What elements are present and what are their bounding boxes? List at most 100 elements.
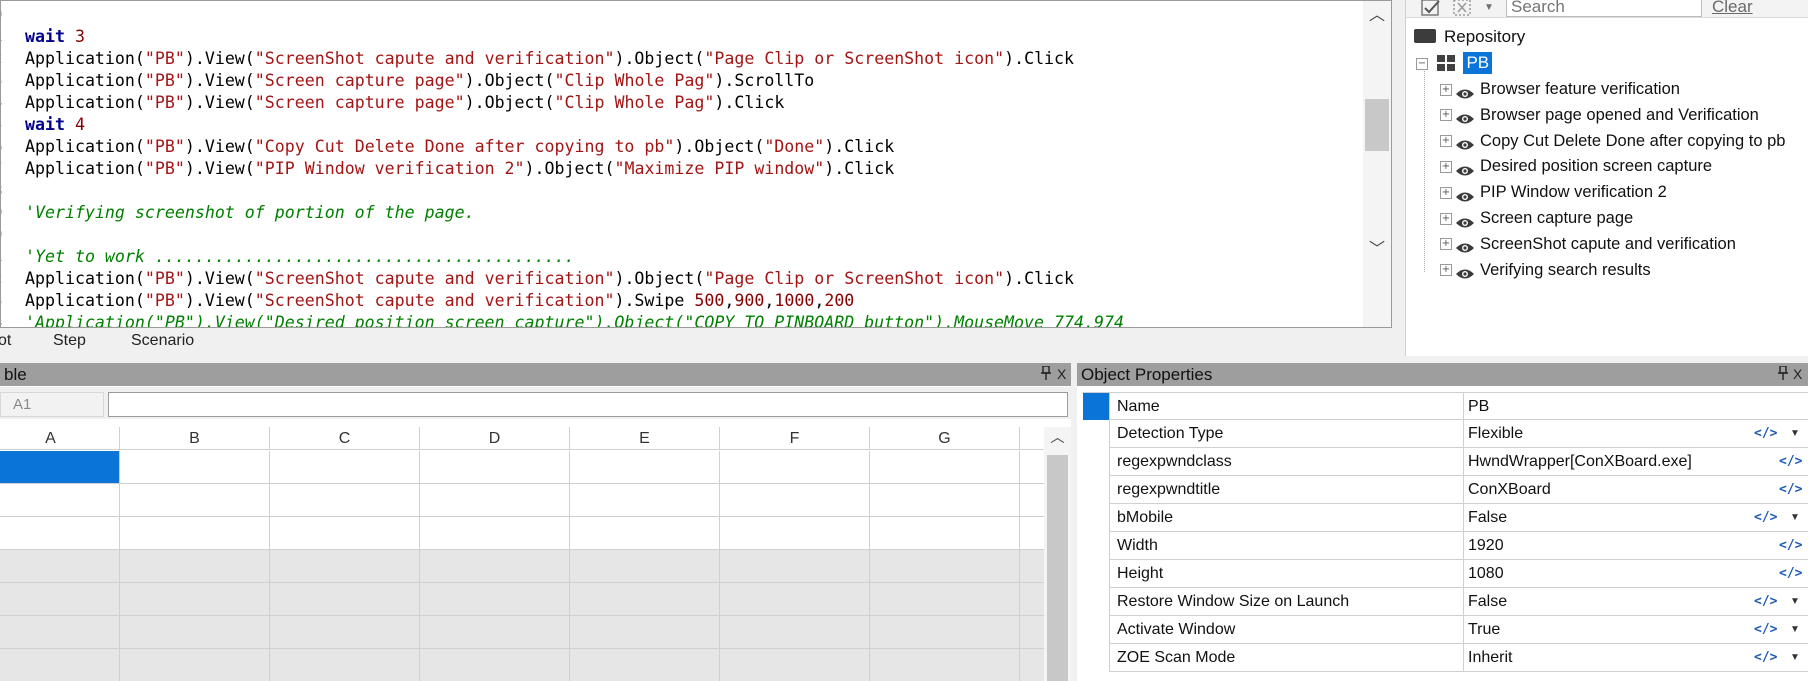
grid-cell[interactable] [570, 583, 720, 616]
row-selector[interactable] [1083, 616, 1110, 644]
tab-step[interactable]: Step [53, 332, 86, 350]
grid-cell[interactable] [870, 550, 1020, 583]
repository-search-input[interactable] [1506, 0, 1702, 17]
code-icon[interactable]: </> [1754, 509, 1777, 527]
grid-cell[interactable] [570, 451, 720, 484]
grid-cell[interactable] [420, 550, 570, 583]
data-grid-vertical-scrollbar[interactable]: ︿ [1044, 427, 1071, 681]
property-value-cell[interactable]: False </> ▼ [1463, 588, 1808, 616]
code-icon[interactable]: </> [1779, 565, 1802, 583]
grid-cell[interactable] [1020, 616, 1044, 649]
grid-cell[interactable] [0, 517, 120, 550]
code-icon[interactable]: </> [1779, 537, 1802, 555]
grid-cell[interactable] [1020, 583, 1044, 616]
grid-cell[interactable] [720, 550, 870, 583]
editor-scroll-thumb[interactable] [1365, 99, 1389, 151]
code-icon[interactable]: </> [1779, 453, 1802, 471]
pin-icon[interactable] [1040, 365, 1052, 383]
property-value[interactable]: ConXBoard [1468, 476, 1551, 504]
property-value[interactable]: HwndWrapper[ConXBoard.exe] [1468, 448, 1692, 476]
grid-cell[interactable] [720, 451, 870, 484]
grid-cell[interactable] [420, 517, 570, 550]
toolbar-dropdown-icon[interactable]: ▼ [1482, 0, 1496, 17]
column-header[interactable]: G [870, 427, 1020, 450]
dropdown-arrow-icon[interactable]: ▼ [1788, 508, 1802, 528]
code-line[interactable]: 8 [1, 180, 1391, 202]
grid-cell[interactable] [1020, 550, 1044, 583]
close-icon[interactable]: X [1793, 366, 1802, 382]
grid-cell[interactable] [270, 616, 420, 649]
grid-cell[interactable] [570, 517, 720, 550]
column-header[interactable]: D [420, 427, 570, 450]
code-line[interactable]: 7 Application("PB").View("PIP Window veri… [1, 158, 1391, 180]
grid-cell[interactable] [120, 517, 270, 550]
dropdown-arrow-icon[interactable]: ▼ [1788, 424, 1802, 444]
grid-cell[interactable] [720, 616, 870, 649]
column-header[interactable]: C [270, 427, 420, 450]
repository-view-item[interactable]: + ScreenShot capute and verification [1440, 232, 1785, 258]
grid-cell[interactable] [270, 583, 420, 616]
grid-cell[interactable] [720, 484, 870, 517]
grid-cell[interactable] [270, 484, 420, 517]
property-row[interactable]: Restore Window Size on Launch False </> ▼ [1083, 588, 1808, 616]
property-row[interactable]: ZOE Scan Mode Inherit </> ▼ [1083, 644, 1808, 672]
property-value[interactable]: Inherit [1468, 644, 1512, 672]
expand-icon[interactable]: + [1440, 161, 1452, 174]
property-value-cell[interactable]: False </> ▼ [1463, 504, 1808, 532]
grid-cell[interactable] [0, 616, 120, 649]
grid-cell[interactable] [0, 550, 120, 583]
code-icon[interactable]: </> [1779, 481, 1802, 499]
formula-input[interactable] [108, 392, 1068, 417]
property-row[interactable]: Width 1920 </> [1083, 532, 1808, 560]
code-line[interactable]: 0 [1, 224, 1391, 246]
grid-cell[interactable] [270, 451, 420, 484]
row-selector[interactable] [1083, 476, 1110, 504]
property-value-cell[interactable]: ConXBoard </> [1463, 476, 1808, 504]
property-row[interactable]: Detection Type Flexible </> ▼ [1083, 420, 1808, 448]
grid-cell[interactable] [120, 649, 270, 681]
property-value[interactable]: True [1468, 616, 1500, 644]
grid-cell[interactable] [570, 550, 720, 583]
scroll-down-icon[interactable]: ﹀ [1363, 237, 1391, 263]
row-selector[interactable] [1083, 420, 1110, 448]
grid-cell[interactable] [420, 649, 570, 681]
grid-cell[interactable] [1020, 649, 1044, 681]
dropdown-arrow-icon[interactable]: ▼ [1788, 620, 1802, 640]
code-line[interactable]: 3 Application("PB").View("Screen capture … [1, 70, 1391, 92]
grid-cell[interactable] [420, 616, 570, 649]
row-selector[interactable] [1083, 560, 1110, 588]
grid-cell[interactable] [1020, 451, 1044, 484]
property-value[interactable]: 1080 [1468, 560, 1504, 588]
column-header[interactable]: E [570, 427, 720, 450]
editor-vertical-scrollbar[interactable]: ︿ ﹀ [1363, 1, 1391, 327]
property-row[interactable]: Name PB [1083, 392, 1808, 421]
grid-cell[interactable] [120, 616, 270, 649]
code-icon[interactable]: </> [1754, 649, 1777, 667]
code-line[interactable]: 3 Application("PB").View("ScreenShot capu… [1, 290, 1391, 312]
grid-cell[interactable] [270, 550, 420, 583]
repository-view-item[interactable]: + PIP Window verification 2 [1440, 180, 1785, 206]
repository-view-item[interactable]: + Verifying search results [1440, 258, 1785, 284]
column-header[interactable]: B [120, 427, 270, 450]
grid-cell[interactable] [870, 583, 1020, 616]
cell-reference-box[interactable]: A1 [0, 392, 104, 417]
property-value[interactable]: PB [1468, 393, 1489, 421]
expand-icon[interactable]: + [1440, 186, 1452, 199]
pin-icon[interactable] [1777, 365, 1789, 383]
property-row[interactable]: regexpwndclass HwndWrapper[ConXBoard.exe]… [1083, 448, 1808, 476]
row-selector[interactable] [1083, 504, 1110, 532]
grid-cell[interactable] [1020, 484, 1044, 517]
grid-cell[interactable] [570, 649, 720, 681]
grid-cell[interactable] [870, 517, 1020, 550]
data-grid[interactable]: ABCDEFG [0, 427, 1044, 681]
property-value-cell[interactable]: 1920 </> [1463, 532, 1808, 560]
grid-cell[interactable] [420, 451, 570, 484]
code-line[interactable]: 4 Application("PB").View("Screen capture … [1, 92, 1391, 114]
property-value[interactable]: False [1468, 588, 1507, 616]
expand-icon[interactable]: + [1440, 264, 1452, 277]
property-row[interactable]: bMobile False </> ▼ [1083, 504, 1808, 532]
property-value[interactable]: Flexible [1468, 420, 1523, 448]
code-icon[interactable]: </> [1754, 593, 1777, 611]
grid-cell[interactable] [720, 649, 870, 681]
property-value-cell[interactable]: Inherit </> ▼ [1463, 644, 1808, 672]
